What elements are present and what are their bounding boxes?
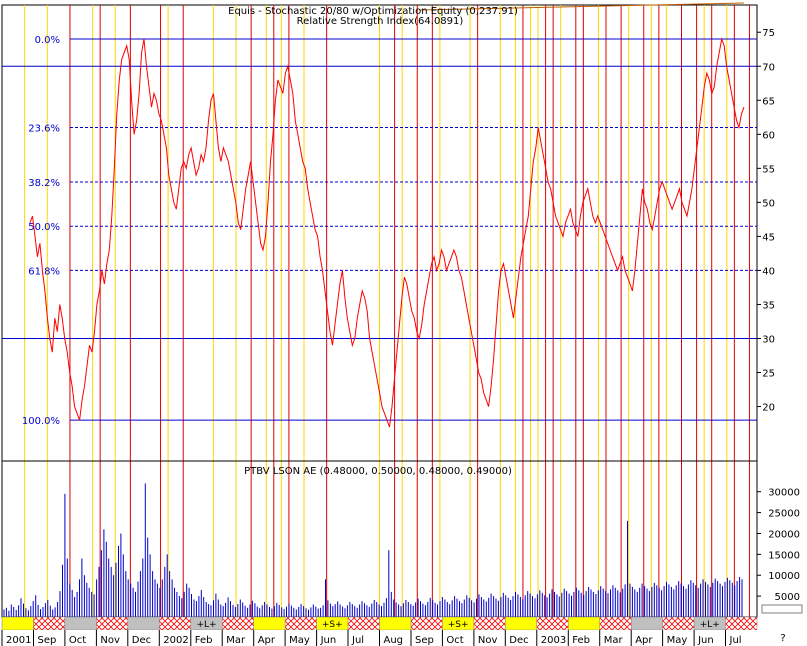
strip-segment xyxy=(379,616,412,631)
chart-stage: 0.0%23.6%38.2%50.0%61.8%100.0%2025303540… xyxy=(0,0,807,646)
strip-segment xyxy=(536,616,569,631)
strip-segment xyxy=(253,616,286,631)
timeline-label: Jun xyxy=(320,635,337,646)
timeline-label: Nov xyxy=(100,635,120,646)
volume-tick-label: 30000 xyxy=(768,488,800,499)
strip-segment xyxy=(725,616,758,631)
rsi-tick-label: 60 xyxy=(762,130,775,141)
rsi-tick-label: 25 xyxy=(762,369,775,380)
volume-tick-label: 5000 xyxy=(775,592,800,603)
fib-level-label: 61.8% xyxy=(28,266,60,277)
timeline-label: Dec xyxy=(132,635,151,646)
timeline-label: Dec xyxy=(509,635,528,646)
timeline-label: Oct xyxy=(69,635,86,646)
volume-scale-box xyxy=(761,604,803,614)
timeline-label: Jun xyxy=(697,635,714,646)
timeline-label: May xyxy=(667,635,688,646)
fib-level-label: 0.0% xyxy=(35,35,60,46)
rsi-tick-label: 35 xyxy=(762,300,775,311)
rsi-tick-label: 30 xyxy=(762,334,775,345)
timeline-label: Jul xyxy=(351,635,364,646)
timeline-label: Oct xyxy=(446,635,463,646)
rsi-tick-label: 50 xyxy=(762,198,775,209)
strip-segment xyxy=(473,616,506,631)
strip-label: +L+ xyxy=(700,620,720,630)
strip-segment xyxy=(599,616,632,631)
signal-strip: +L+ +S+ +S+ +L+ xyxy=(1,616,758,631)
bottom-chart-title: PTBV LSON AE (0.48000, 0.50000, 0.48000,… xyxy=(244,466,512,477)
timeline-label: Sep xyxy=(38,635,57,646)
rsi-tick-label: 45 xyxy=(762,232,775,243)
strip-label: +L+ xyxy=(196,620,216,630)
rsi-tick-label: 20 xyxy=(762,403,775,414)
timeline-label: Aug xyxy=(384,635,404,646)
strip-segment xyxy=(347,616,380,631)
rsi-tick-label: 75 xyxy=(762,28,775,39)
timeline-label: Apr xyxy=(258,635,276,646)
strip-segment xyxy=(127,616,160,631)
strip-segment xyxy=(505,616,538,631)
top-chart-subtitle: Relative Strength Index(64.0891) xyxy=(297,16,464,27)
strip-segment xyxy=(410,616,443,631)
timeline-label: Mar xyxy=(604,635,624,646)
fib-level-label: 23.6% xyxy=(28,124,60,135)
volume-tick-label: 25000 xyxy=(768,509,800,520)
rsi-tick-label: 65 xyxy=(762,96,775,107)
timeline-label: Feb xyxy=(195,635,213,646)
volume-tick-label: 10000 xyxy=(768,571,800,582)
strip-segment xyxy=(33,616,66,631)
strip-segment xyxy=(662,616,695,631)
strip-segment xyxy=(96,616,129,631)
strip-segment xyxy=(568,616,601,631)
rsi-tick-label: 40 xyxy=(762,266,775,277)
timeline-label: 2003 xyxy=(541,635,566,646)
strip-segment xyxy=(221,616,254,631)
timeline-label: Mar xyxy=(226,635,246,646)
volume-tick-label: 15000 xyxy=(768,550,800,561)
rsi-tick-label: 55 xyxy=(762,164,775,175)
strip-segment xyxy=(64,616,97,631)
timeline-label: Sep xyxy=(415,635,434,646)
strip-segment xyxy=(284,616,317,631)
strip-label: +S+ xyxy=(448,620,469,630)
strip-segment xyxy=(159,616,192,631)
timeline-label: 2002 xyxy=(163,635,188,646)
timeline-label: Feb xyxy=(572,635,590,646)
rsi-tick-label: 70 xyxy=(762,62,775,73)
timeline-label: Nov xyxy=(478,635,498,646)
strip-segment xyxy=(630,616,663,631)
timeline-label: May xyxy=(289,635,310,646)
corner-label: ? xyxy=(780,633,785,644)
timeline-label: Jul xyxy=(729,635,742,646)
time-axis: 2001 Sep Oct Nov Dec 2002 Feb Mar Apr May Jun Jul Au… xyxy=(0,630,807,646)
fib-level-label: 100.0% xyxy=(22,416,60,427)
strip-segment xyxy=(1,616,34,631)
strip-label: +S+ xyxy=(322,620,343,630)
fib-level-label: 38.2% xyxy=(28,178,60,189)
timeline-label: 2001 xyxy=(6,635,31,646)
volume-tick-label: 20000 xyxy=(768,529,800,540)
timeline-label: Apr xyxy=(635,635,653,646)
